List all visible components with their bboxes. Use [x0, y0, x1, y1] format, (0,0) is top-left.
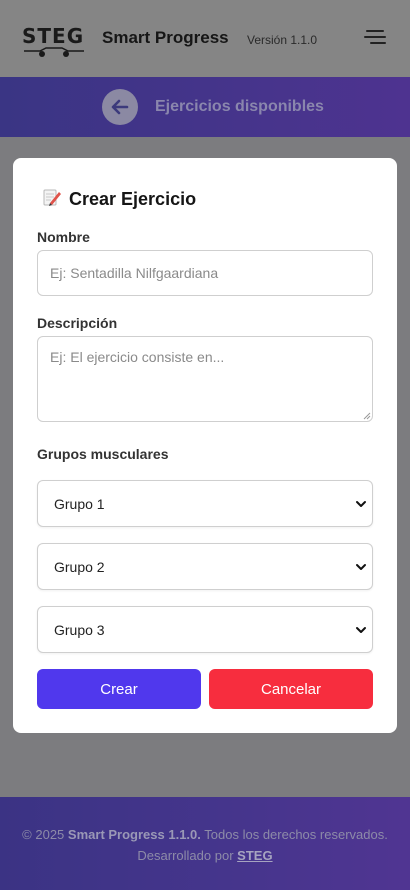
developed-by-label: Desarrollado por	[137, 848, 234, 863]
name-label: Nombre	[37, 229, 90, 245]
version-label: Versión 1.1.0	[247, 33, 318, 47]
footer: © 2025 Smart Progress 1.1.0. Todos los d…	[0, 797, 410, 890]
chevron-down-icon	[356, 627, 366, 633]
footer-app-name: Smart Progress 1.1.0.	[67, 827, 201, 842]
banner-title: Ejercicios disponibles	[155, 98, 324, 115]
name-input[interactable]	[37, 250, 373, 296]
footer-rights: Todos los derechos reservados.	[204, 827, 388, 842]
cancel-button[interactable]: Cancelar	[209, 669, 373, 709]
menu-icon[interactable]	[364, 28, 388, 48]
back-button[interactable]	[102, 89, 138, 125]
modal-title-text: Crear Ejercicio	[69, 189, 197, 209]
select-value: Grupo 1	[54, 495, 105, 512]
app-title: Smart Progress	[102, 28, 229, 47]
footer-copyright: © 2025 Smart Progress 1.1.0. Todos los d…	[0, 827, 410, 842]
modal-title: Crear Ejercicio	[41, 186, 196, 213]
brand-logo[interactable]: STEG	[22, 26, 86, 58]
chevron-down-icon	[356, 501, 366, 507]
page-banner: Ejercicios disponibles	[0, 77, 410, 137]
description-label: Descripción	[37, 315, 118, 331]
resize-handle-icon[interactable]	[363, 412, 371, 420]
top-navbar: STEG Smart Progress Versión 1.1.0	[0, 0, 410, 77]
muscle-group-select-1[interactable]: Grupo 1	[37, 480, 373, 527]
pencil-icon	[41, 186, 63, 213]
groups-label: Grupos musculares	[37, 446, 169, 462]
muscle-group-select-2[interactable]: Grupo 2	[37, 543, 373, 590]
chevron-down-icon	[356, 564, 366, 570]
create-exercise-modal: Crear Ejercicio Nombre Descripción Grupo…	[13, 158, 397, 733]
muscle-group-select-3[interactable]: Grupo 3	[37, 606, 373, 653]
copyright-prefix: © 2025	[22, 827, 65, 842]
car-logo-icon	[24, 47, 84, 57]
logo-text: STEG	[22, 24, 85, 48]
arrow-left-icon	[111, 99, 129, 115]
footer-credits: Desarrollado por STEG	[0, 848, 410, 863]
select-value: Grupo 2	[54, 558, 105, 575]
developer-link[interactable]: STEG	[237, 848, 272, 863]
create-button[interactable]: Crear	[37, 669, 201, 709]
description-textarea[interactable]	[37, 336, 373, 422]
select-value: Grupo 3	[54, 621, 105, 638]
